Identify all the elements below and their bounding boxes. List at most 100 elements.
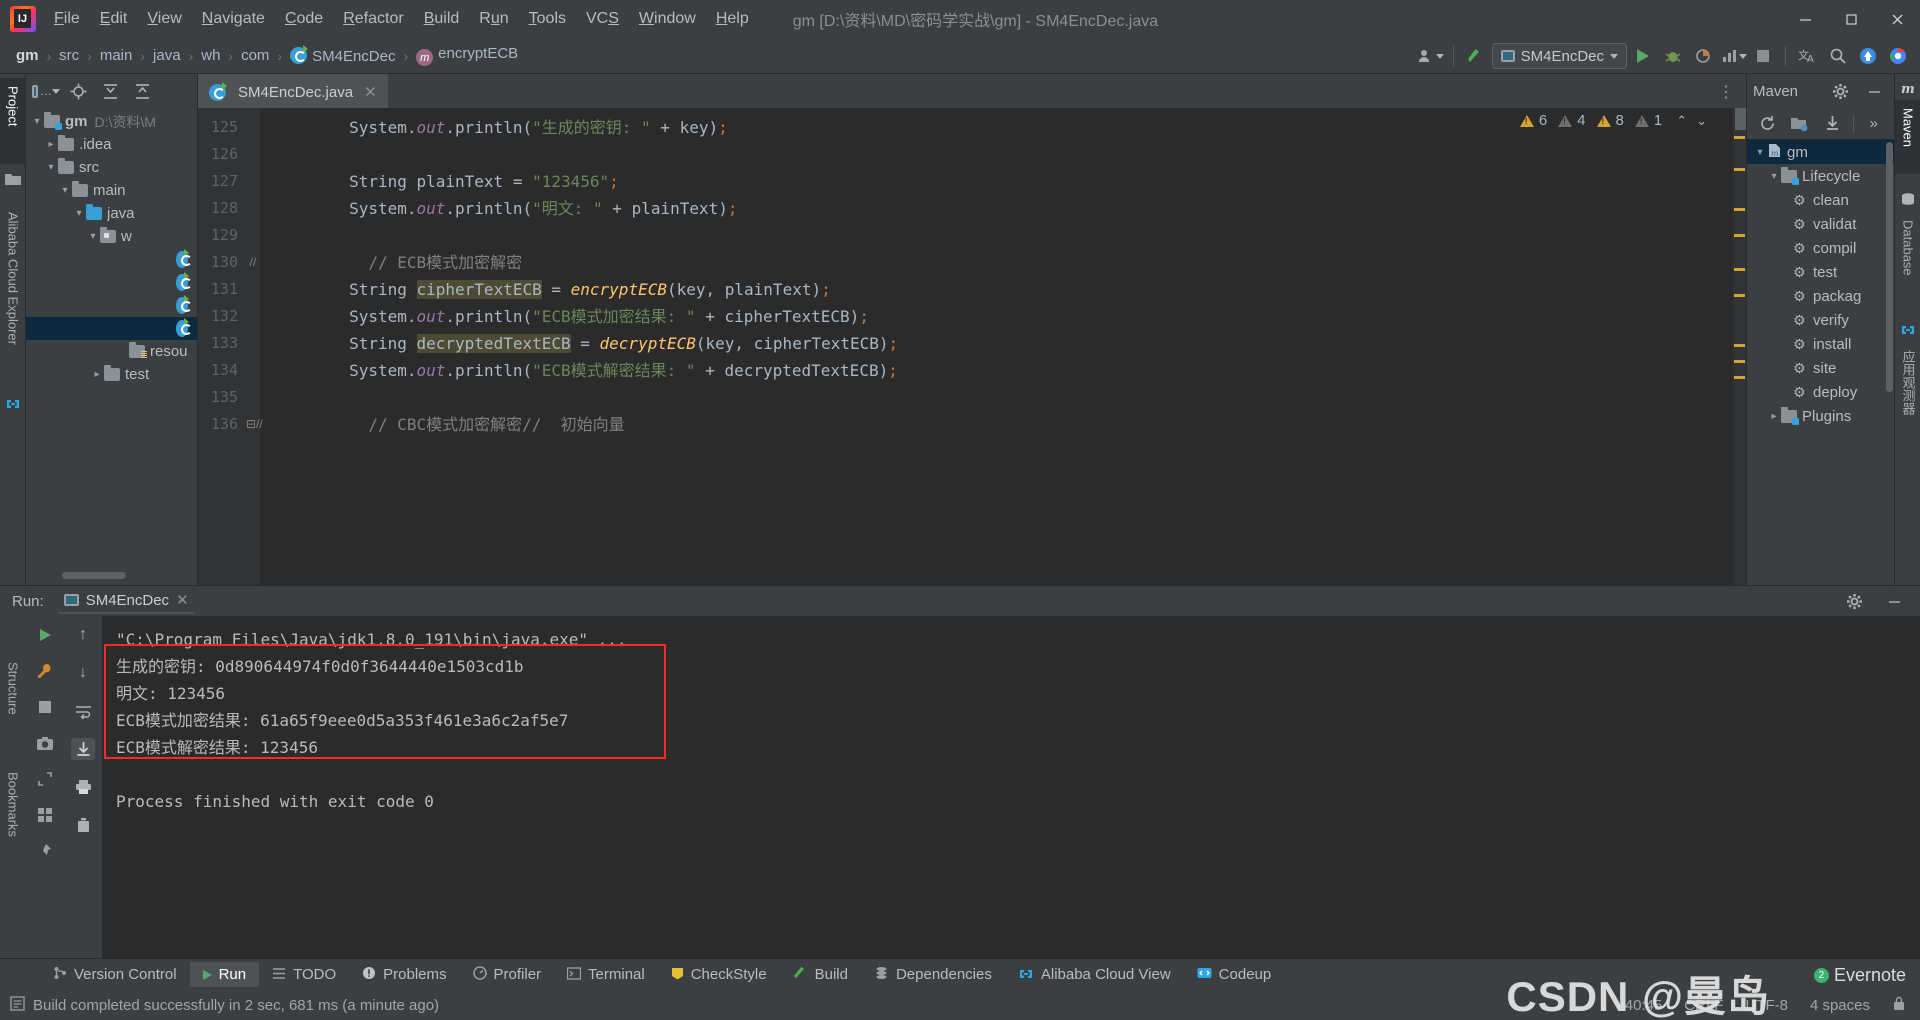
run-button[interactable] [1629,42,1657,70]
code-editor[interactable]: 125 126 127 128 129 130 131 132 133 134 … [198,108,1746,585]
trash-icon[interactable] [71,814,95,836]
chevron-down-icon[interactable]: ▾ [30,116,44,127]
menu-build[interactable]: Build [414,6,470,32]
tab-problems[interactable]: Problems [349,962,459,987]
folder-icon[interactable] [5,172,21,188]
editor-tab-sm4encdec[interactable]: SM4EncDec.java ✕ [198,74,388,108]
editor-options-icon[interactable]: ⋮ [1718,82,1736,102]
menu-tools[interactable]: Tools [519,6,576,32]
maven-row-verify[interactable]: ⚙ verify [1747,308,1894,332]
breadcrumb-java[interactable]: java [149,45,185,66]
tab-checkstyle[interactable]: CheckStyle [658,962,780,987]
breadcrumb-src[interactable]: src [55,45,83,66]
run-tab-sm4encdec[interactable]: SM4EncDec ✕ [57,588,195,614]
wrench-icon[interactable] [33,660,57,682]
expand-all-icon[interactable] [96,77,124,105]
hammer-icon[interactable] [1462,42,1490,70]
menu-code[interactable]: Code [275,6,333,32]
indent-setting[interactable]: 4 spaces [1810,997,1870,1014]
tree-row-src[interactable]: ▾ src [26,156,197,179]
breadcrumb-main[interactable]: main [96,45,137,66]
stop-button[interactable] [1749,42,1777,70]
debug-button[interactable] [1659,42,1687,70]
tree-row-class[interactable] [26,294,197,317]
run-configuration-selector[interactable]: SM4EncDec [1491,43,1627,69]
tab-version-control[interactable]: Version Control [40,962,190,987]
close-icon[interactable]: ✕ [364,83,377,101]
fold-gutter[interactable]: // ⊟// [246,108,263,585]
tree-row-idea[interactable]: ▸ .idea [26,133,197,156]
menu-view[interactable]: View [137,6,191,32]
locate-icon[interactable] [64,77,92,105]
menu-navigate[interactable]: Navigate [192,6,275,32]
sidebar-item-alibaba-cloud-explorer[interactable]: Alibaba Cloud Explorer [0,204,26,404]
chevron-down-icon[interactable]: ▾ [1753,147,1767,158]
maven-row-clean[interactable]: ⚙ clean [1747,188,1894,212]
breadcrumb-com[interactable]: com [237,45,273,66]
project-tree[interactable]: ▾ gm D:\资料\M ▸ .idea ▾ src ▾ main ▾ java… [26,108,197,585]
hide-panel-icon[interactable] [1860,77,1888,105]
down-icon[interactable]: ↓ [71,662,95,684]
tree-row-class-selected[interactable] [26,317,197,340]
fold-marker-comment[interactable]: // [246,249,260,276]
inspection-widget[interactable]: 6 4 8 1 ⌃ ⌄ [1519,112,1710,129]
maven-row-compile[interactable]: ⚙ compil [1747,236,1894,260]
minimize-button[interactable] [1782,0,1828,38]
maven-row-site[interactable]: ⚙ site [1747,356,1894,380]
maven-row-plugins[interactable]: ▸ Plugins [1747,404,1894,428]
camera-icon[interactable] [33,732,57,754]
profile-button[interactable] [1719,42,1747,70]
download-sources-icon[interactable] [1820,110,1845,138]
console-output[interactable]: "C:\Program Files\Java\jdk1.8.0_191\bin\… [102,616,1920,958]
chevron-right-icon[interactable]: ▸ [1767,411,1781,422]
tab-alibaba-cloud-view[interactable]: Alibaba Cloud View [1005,962,1184,987]
maven-row-package[interactable]: ⚙ packag [1747,284,1894,308]
menu-run[interactable]: Run [469,6,518,32]
gear-icon[interactable] [1840,587,1868,615]
stripe-scrollbar[interactable] [1735,108,1746,130]
breadcrumb-method[interactable]: m encryptECB [412,43,522,69]
next-problem-icon[interactable]: ⌄ [1693,113,1710,129]
breadcrumb-gm[interactable]: gm [12,45,43,66]
gear-icon[interactable] [1826,77,1854,105]
maven-row-lifecycle[interactable]: ▾ Lifecycle [1747,164,1894,188]
menu-file[interactable]: File [44,6,90,32]
lock-icon[interactable] [1892,996,1906,1015]
soft-wrap-icon[interactable] [71,700,95,722]
maven-row-test[interactable]: ⚙ test [1747,260,1894,284]
tab-build[interactable]: Build [780,962,861,988]
expand-icon[interactable] [33,768,57,790]
breadcrumb-class[interactable]: SM4EncDec [286,44,399,67]
tab-todo[interactable]: TODO [259,962,349,987]
up-icon[interactable]: ↑ [71,624,95,646]
tree-row-wh[interactable]: ▾ w [26,225,197,248]
alibaba-cloud-icon[interactable] [5,396,21,412]
update-icon[interactable] [1854,42,1882,70]
maven-row-validate[interactable]: ⚙ validat [1747,212,1894,236]
maven-row-gm[interactable]: ▾ m gm [1747,140,1894,164]
tab-dependencies[interactable]: Dependencies [861,962,1005,987]
menu-help[interactable]: Help [706,6,759,32]
tree-row-java[interactable]: ▾ java [26,202,197,225]
chevron-down-icon[interactable]: ▾ [1767,171,1781,182]
pin-icon[interactable] [33,840,57,862]
tree-row-resources[interactable]: resou [26,340,197,363]
maven-row-deploy[interactable]: ⚙ deploy [1747,380,1894,404]
sidebar-item-project[interactable]: Project [0,78,26,164]
tab-profiler[interactable]: Profiler [460,962,555,987]
tree-row-gm[interactable]: ▾ gm D:\资料\M [26,110,197,133]
close-button[interactable] [1874,0,1920,38]
sidebar-item-maven[interactable]: Maven [1895,100,1920,174]
code-text[interactable]: System.out.println("生成的密钥: " + key); Str… [260,108,1732,585]
add-maven-project-icon[interactable] [1788,110,1813,138]
rerun-icon[interactable] [33,624,57,646]
maven-row-install[interactable]: ⚙ install [1747,332,1894,356]
tab-terminal[interactable]: Terminal [554,962,658,987]
menu-refactor[interactable]: Refactor [333,6,413,32]
chevron-down-icon[interactable]: ▾ [58,185,72,196]
sidebar-item-observer[interactable]: 应用观测器 [1895,342,1920,415]
translate-icon[interactable]: 文A [1794,42,1822,70]
tab-codeup[interactable]: Codeup [1184,962,1285,987]
error-stripe[interactable] [1732,108,1746,585]
user-icon[interactable] [1417,42,1445,70]
